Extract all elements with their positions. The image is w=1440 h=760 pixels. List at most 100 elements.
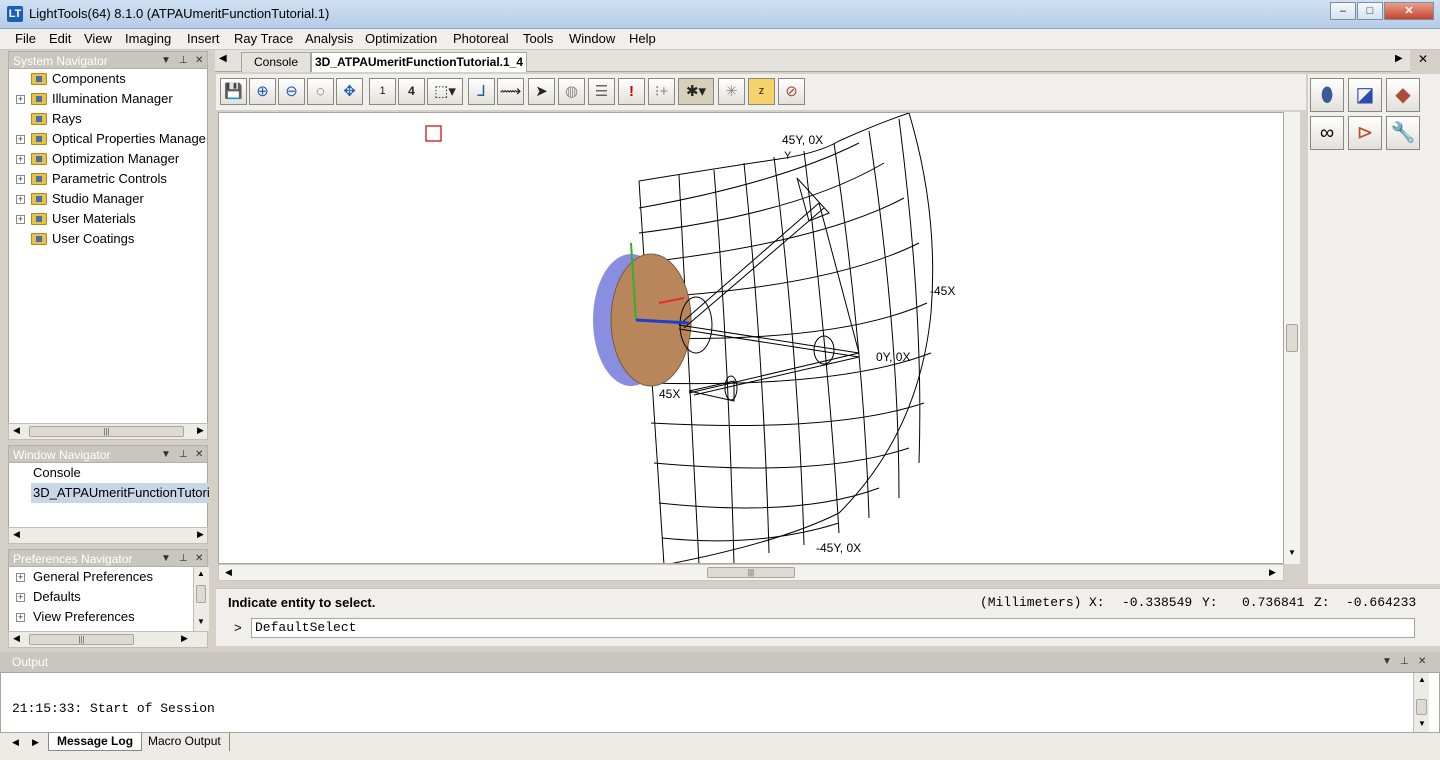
panel-menu-icon[interactable]: ▼ (161, 446, 171, 464)
window-item-console[interactable]: Console (33, 463, 81, 483)
menu-tools[interactable]: Tools (521, 31, 555, 46)
folder-icon (31, 93, 47, 105)
zoom-fit-icon[interactable]: ✥ (336, 78, 363, 105)
panel-menu-icon[interactable]: ▼ (161, 52, 171, 70)
scroll-down-icon[interactable]: ▼ (1288, 548, 1296, 557)
expand-icon[interactable]: + (16, 135, 25, 144)
scroll-right-icon[interactable]: ▶ (1269, 567, 1276, 578)
tab-close-icon[interactable]: ✕ (1418, 52, 1428, 66)
tab-scroll-right-icon[interactable]: ▶ (1395, 53, 1403, 64)
menu-imaging[interactable]: Imaging (123, 31, 173, 46)
window-item-3d-view[interactable]: 3D_ATPAUmeritFunctionTutoria (31, 483, 209, 503)
binoculars-icon[interactable]: ∞ (1310, 116, 1344, 150)
add-point-icon[interactable]: ⁝+ (648, 78, 675, 105)
viewport-vscroll[interactable]: ▼ (1284, 112, 1300, 564)
panel-close-icon[interactable]: ✕ (195, 550, 203, 568)
panel-close-icon[interactable]: ✕ (1418, 652, 1426, 672)
wrench-icon[interactable]: 🔧 (1386, 116, 1420, 150)
menu-insert[interactable]: Insert (185, 31, 222, 46)
view-cube-icon[interactable]: ⬚▾ (427, 78, 463, 105)
panel-menu-icon[interactable]: ▼ (1382, 652, 1392, 672)
scroll-left-icon[interactable]: ◀ (13, 529, 20, 540)
preferences-vscroll[interactable]: ▲ ▼ (193, 567, 209, 631)
viewport-hscroll[interactable]: ◀ ||| ▶ (218, 564, 1284, 581)
panel-close-icon[interactable]: ✕ (195, 446, 203, 464)
units-label: (Millimeters) (980, 595, 1082, 610)
tab-3d-view[interactable]: 3D_ATPAUmeritFunctionTutorial.1_4 (311, 52, 527, 72)
view-1-icon[interactable]: 1 (369, 78, 396, 105)
rotate-icon[interactable]: ⊘ (778, 78, 805, 105)
solids-tool-icon[interactable]: ◆ (1386, 78, 1420, 112)
scroll-left-icon[interactable]: ◀ (13, 633, 20, 644)
menu-ray-trace[interactable]: Ray Trace (232, 31, 295, 46)
preferences-navigator-hscroll[interactable]: ◀ ||| ▶ (8, 631, 208, 648)
scroll-right-icon[interactable]: ▶ (197, 425, 204, 436)
menu-edit[interactable]: Edit (47, 31, 73, 46)
zone-icon[interactable]: z (748, 78, 775, 105)
output-vscroll[interactable]: ▲ ▼ (1413, 673, 1429, 732)
menu-photoreal[interactable]: Photoreal (451, 31, 511, 46)
expand-icon[interactable]: + (16, 613, 25, 622)
scroll-left-icon[interactable]: ◀ (225, 567, 232, 578)
ray-trace-icon[interactable]: ⟿ (497, 78, 524, 105)
panel-menu-icon[interactable]: ▼ (161, 550, 171, 568)
3d-scene[interactable]: 45Y, 0X Y -45X 0Y, 0X 45X -45Y, 0X (219, 113, 1284, 564)
pin-icon[interactable]: ⊥ (1400, 652, 1409, 672)
menu-view[interactable]: View (82, 31, 114, 46)
expand-icon[interactable]: + (16, 155, 25, 164)
view-4-icon[interactable]: 4 (398, 78, 425, 105)
maximize-button[interactable]: □ (1357, 2, 1383, 20)
expand-icon[interactable]: + (16, 95, 25, 104)
wireframe-icon[interactable]: ✱▾ (678, 78, 714, 105)
scroll-thumb[interactable]: ||| (707, 567, 795, 578)
expand-icon[interactable]: + (16, 593, 25, 602)
pin-icon[interactable]: ⊥ (179, 446, 188, 464)
tab-macro-output[interactable]: Macro Output (140, 733, 230, 751)
tab-scroll-left-icon[interactable]: ◀ (219, 53, 227, 64)
flatten-icon[interactable]: ✳ (718, 78, 745, 105)
expand-icon[interactable]: + (16, 195, 25, 204)
3d-viewport[interactable]: 45Y, 0X Y -45X 0Y, 0X 45X -45Y, 0X (218, 112, 1284, 564)
axes-icon[interactable]: ⅃ (468, 78, 495, 105)
scroll-right-icon[interactable]: ▶ (181, 633, 188, 644)
select-arrow-icon[interactable]: ➤ (528, 78, 555, 105)
panel-close-icon[interactable]: ✕ (195, 52, 203, 70)
tree-item-label: Rays (52, 111, 82, 126)
expand-icon[interactable]: + (16, 573, 25, 582)
command-input[interactable]: DefaultSelect (251, 618, 1415, 638)
menu-optimization[interactable]: Optimization (363, 31, 439, 46)
expand-icon[interactable]: + (16, 215, 25, 224)
menu-window[interactable]: Window (567, 31, 617, 46)
menu-help[interactable]: Help (627, 31, 658, 46)
lens-tool-icon[interactable]: ⬮ (1310, 78, 1344, 112)
minimize-button[interactable]: – (1330, 2, 1356, 20)
shape-tool-icon[interactable]: ◪ (1348, 78, 1382, 112)
tab-scroll-left-icon[interactable]: ◀ (12, 737, 19, 748)
error-icon[interactable]: ! (618, 78, 645, 105)
menu-analysis[interactable]: Analysis (303, 31, 355, 46)
window-navigator-hscroll[interactable]: ◀ ▶ (8, 527, 208, 544)
scroll-thumb[interactable] (196, 585, 206, 603)
notes-icon[interactable]: ☰ (588, 78, 615, 105)
scroll-left-icon[interactable]: ◀ (13, 425, 20, 436)
menu-file[interactable]: File (13, 31, 38, 46)
system-navigator-hscroll[interactable]: ◀ ||| ▶ (8, 423, 208, 440)
pin-icon[interactable]: ⊥ (179, 52, 188, 70)
zoom-out-icon[interactable]: ⊖ (278, 78, 305, 105)
scroll-right-icon[interactable]: ▶ (197, 529, 204, 540)
zoom-window-icon[interactable]: ◌ (307, 78, 334, 105)
close-button[interactable]: ✕ (1384, 2, 1434, 20)
scroll-thumb[interactable] (1416, 699, 1427, 715)
tab-scroll-right-icon[interactable]: ▶ (32, 737, 39, 748)
expand-icon[interactable]: + (16, 175, 25, 184)
zoom-in-icon[interactable]: ⊕ (249, 78, 276, 105)
tab-message-log[interactable]: Message Log (48, 733, 143, 751)
lens-icon[interactable]: ◍ (558, 78, 585, 105)
source-tool-icon[interactable]: ⊳ (1348, 116, 1382, 150)
scroll-thumb[interactable] (1286, 324, 1298, 352)
scroll-thumb[interactable]: ||| (29, 634, 134, 645)
pin-icon[interactable]: ⊥ (179, 550, 188, 568)
scroll-thumb[interactable]: ||| (29, 426, 184, 437)
save-icon[interactable]: 💾 (220, 78, 247, 105)
tab-console[interactable]: Console (241, 52, 311, 72)
